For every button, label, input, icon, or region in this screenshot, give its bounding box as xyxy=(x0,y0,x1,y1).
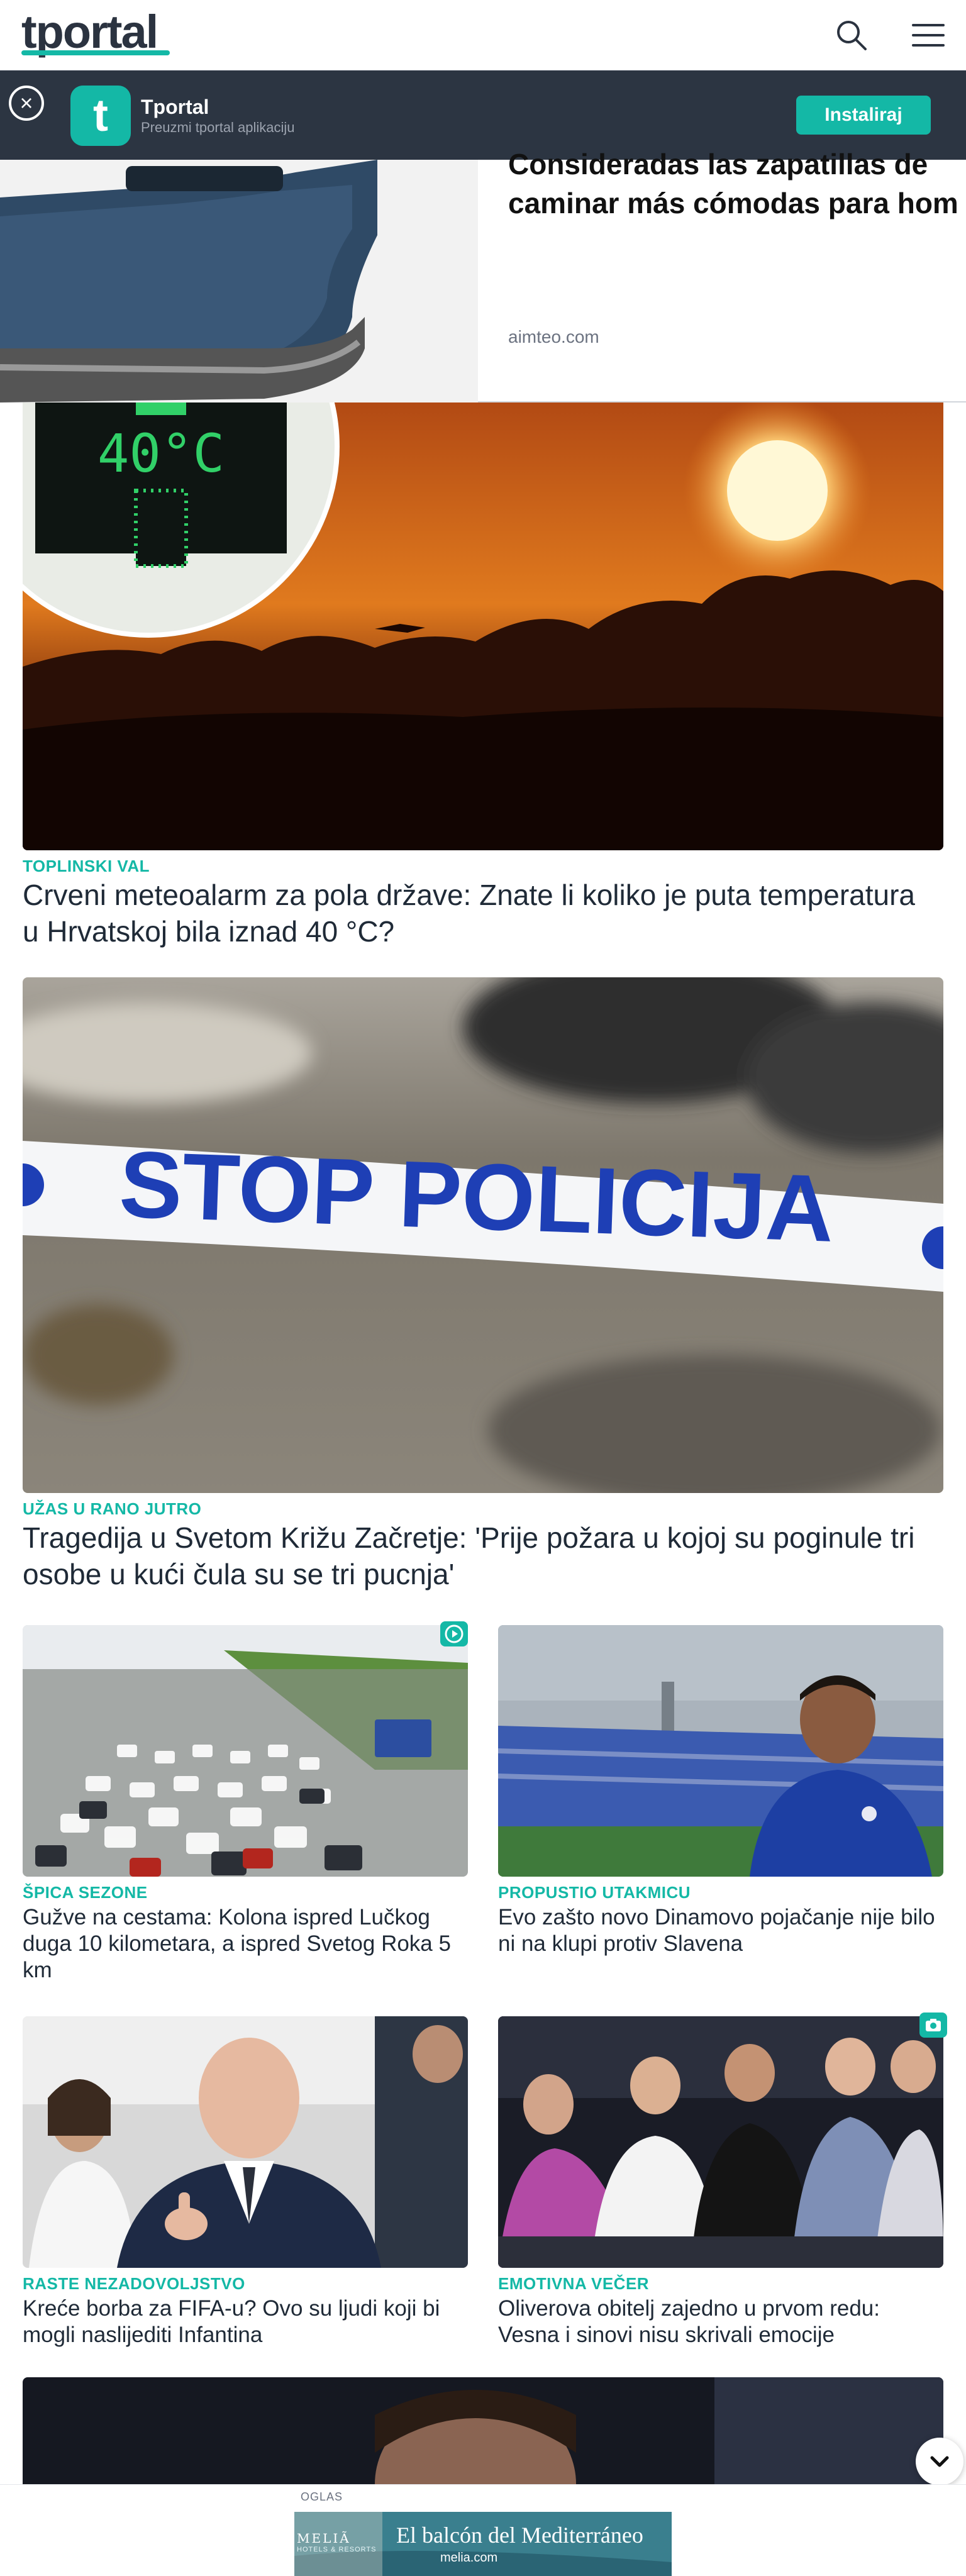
ad-title-line: Consideradas las zapatillas de xyxy=(508,148,928,180)
ad-brand-subtitle: HOTELS & RESORTS xyxy=(297,2546,377,2553)
bottom-ad-url[interactable]: melia.com xyxy=(440,2551,497,2565)
camera-icon xyxy=(926,2019,941,2031)
article-title[interactable]: Kreće borba za FIFA-u? Ovo su ljudi koji… xyxy=(23,2296,468,2348)
article-image-fifa[interactable] xyxy=(23,2016,468,2268)
article-image-footballer[interactable] xyxy=(498,1625,943,1877)
hamburger-menu-icon xyxy=(912,24,945,47)
ad-domain[interactable]: aimteo.com xyxy=(508,327,599,347)
gallery-badge xyxy=(919,2012,947,2038)
article-image-traffic[interactable] xyxy=(23,1625,468,1877)
article-image-police-tape[interactable]: STOP POLICIJA xyxy=(23,977,943,1493)
ad-label: OGLAS xyxy=(301,2490,343,2503)
ad-brand-logo: MELIÃ xyxy=(297,2531,351,2546)
video-badge xyxy=(440,1621,468,1646)
search-icon xyxy=(837,21,867,50)
article-image-partial[interactable] xyxy=(23,2377,943,2484)
ad-image-shoe[interactable] xyxy=(0,160,478,402)
chevron-down-icon xyxy=(930,2456,949,2467)
install-button[interactable]: Instaliraj xyxy=(796,96,931,135)
article-kicker[interactable]: PROPUSTIO UTAKMICU xyxy=(498,1883,691,1902)
site-logo[interactable]: tportal xyxy=(21,9,158,55)
article-title[interactable]: Tragedija u Svetom Križu Začretje: 'Prij… xyxy=(23,1519,928,1592)
play-icon xyxy=(445,1624,464,1643)
scroll-toggle-button[interactable] xyxy=(916,2438,963,2485)
app-icon: t xyxy=(70,86,131,146)
ad-title[interactable]: Consideradas las zapatillas de caminar m… xyxy=(508,145,966,223)
article-title[interactable]: Crveni meteoalarm za pola države: Znate … xyxy=(23,877,928,950)
close-icon: × xyxy=(19,90,33,116)
article-title[interactable]: Evo zašto novo Dinamovo pojačanje nije b… xyxy=(498,1904,943,1957)
thermometer-reading: 40°C xyxy=(97,423,225,484)
article-kicker[interactable]: ŠPICA SEZONE xyxy=(23,1883,148,1902)
close-banner-button[interactable]: × xyxy=(9,86,44,121)
article-image-heatwave[interactable]: 40°C xyxy=(23,402,943,850)
logo-underline xyxy=(21,50,170,55)
article-image-audience[interactable] xyxy=(498,2016,943,2268)
app-name: Tportal xyxy=(141,96,209,118)
menu-button[interactable] xyxy=(909,18,947,53)
bottom-ad-headline[interactable]: El balcón del Mediterráneo xyxy=(396,2522,643,2548)
article-kicker[interactable]: UŽAS U RANO JUTRO xyxy=(23,1499,201,1519)
article-kicker[interactable]: TOPLINSKI VAL xyxy=(23,857,150,876)
article-kicker[interactable]: EMOTIVNA VEČER xyxy=(498,2274,649,2294)
search-button[interactable] xyxy=(834,18,869,53)
app-subtitle: Preuzmi tportal aplikaciju xyxy=(141,119,295,135)
ad-title-line: caminar más cómodas para hom xyxy=(508,187,958,219)
article-title[interactable]: Gužve na cestama: Kolona ispred Lučkog d… xyxy=(23,1904,468,1984)
article-title[interactable]: Oliverova obitelj zajedno u prvom redu: … xyxy=(498,2296,943,2348)
article-kicker[interactable]: RASTE NEZADOVOLJSTVO xyxy=(23,2274,245,2294)
